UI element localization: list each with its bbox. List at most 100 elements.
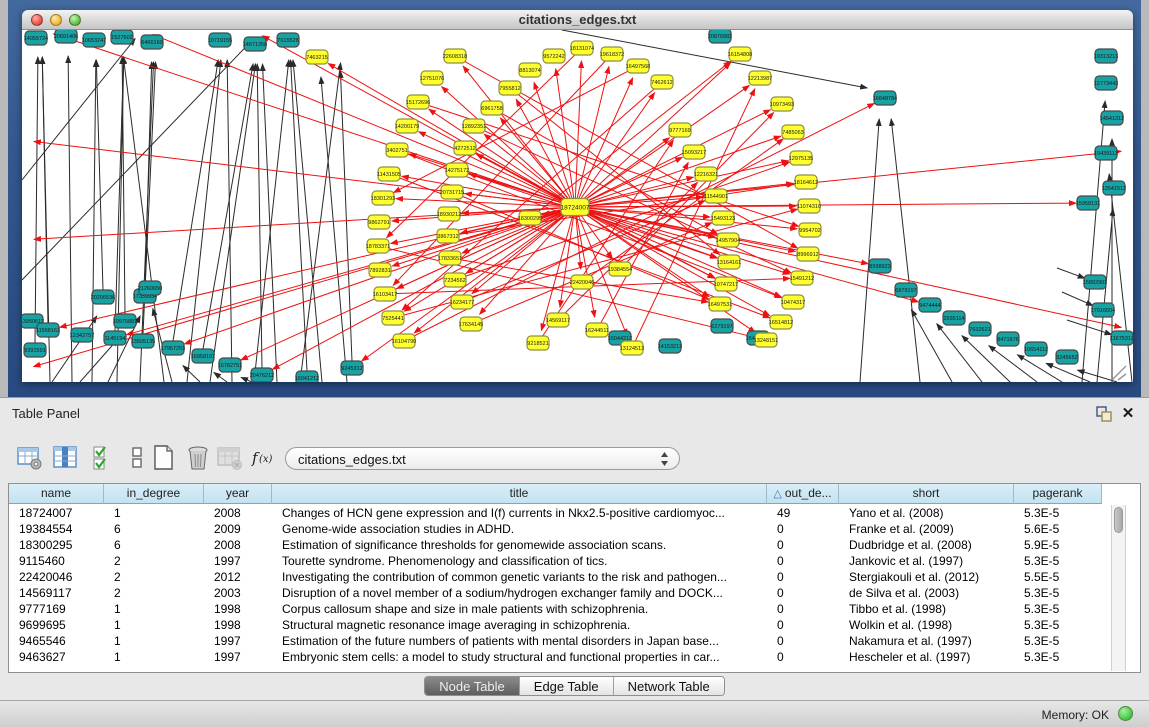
network-node[interactable]: 9245312: [341, 361, 363, 375]
network-node[interactable]: 10747217: [714, 277, 738, 291]
network-node[interactable]: 9777169: [669, 123, 691, 137]
table-row[interactable]: 1456911722003Disruption of a novel membe…: [9, 585, 1102, 601]
network-node[interactable]: 7955812: [499, 81, 521, 95]
network-node[interactable]: 14569117: [546, 313, 570, 327]
network-node[interactable]: 7485063: [782, 125, 804, 139]
network-node[interactable]: 16782751: [218, 358, 242, 372]
column-header-in_degree[interactable]: in_degree: [104, 484, 204, 504]
table-row[interactable]: 2242004622012Investigating the contribut…: [9, 569, 1102, 585]
network-node[interactable]: 16234177: [450, 295, 474, 309]
network-node[interactable]: 13505135: [131, 334, 155, 348]
network-node[interactable]: 16648784: [873, 91, 897, 105]
network-node[interactable]: 19618372: [600, 47, 624, 61]
tab-node-table[interactable]: Node Table: [425, 677, 520, 695]
network-node[interactable]: 7892831: [369, 263, 391, 277]
network-node[interactable]: 4272512: [454, 141, 476, 155]
table-selector-dropdown[interactable]: citations_edges.txt: [285, 447, 680, 470]
network-node[interactable]: 21260650: [138, 281, 162, 295]
close-panel-icon[interactable]: ✕: [1119, 405, 1137, 423]
network-node[interactable]: 11074310: [797, 199, 821, 213]
network-node[interactable]: 1145194: [104, 331, 126, 345]
network-node[interactable]: 9218521: [527, 336, 549, 350]
network-node[interactable]: 10719155: [208, 33, 232, 47]
network-node[interactable]: 12213987: [748, 71, 772, 85]
network-node[interactable]: 19384554: [608, 262, 632, 276]
network-node[interactable]: 19439113: [1094, 146, 1118, 160]
network-node[interactable]: 12773443: [1094, 76, 1118, 90]
network-node[interactable]: 6279197: [711, 319, 733, 333]
network-node[interactable]: 14671358: [243, 37, 267, 51]
network-node[interactable]: 13248151: [754, 333, 778, 347]
network-node[interactable]: 16154808: [728, 47, 752, 61]
network-node[interactable]: 16497568: [626, 59, 650, 73]
network-node[interactable]: 9474444: [919, 298, 941, 312]
network-node[interactable]: 17957253: [161, 341, 185, 355]
network-node[interactable]: 6879197: [895, 283, 917, 297]
network-node[interactable]: 7632621: [969, 322, 991, 336]
column-header-year[interactable]: year: [204, 484, 272, 504]
network-node[interactable]: 7615526: [277, 33, 299, 47]
network-node[interactable]: 8471676: [997, 332, 1019, 346]
table-row[interactable]: 1938455462009Genome-wide association stu…: [9, 521, 1102, 537]
network-node[interactable]: 12216321: [694, 167, 718, 181]
network-node[interactable]: 7525441: [382, 311, 404, 325]
network-node[interactable]: 15093217: [682, 145, 706, 159]
table-row[interactable]: 969969511998Structural magnetic resonanc…: [9, 617, 1102, 633]
column-header-title[interactable]: title: [272, 484, 767, 504]
network-node[interactable]: 7463215: [306, 50, 328, 64]
network-node[interactable]: 11431505: [377, 167, 401, 181]
network-node[interactable]: 18301293: [371, 191, 395, 205]
network-node[interactable]: 16041212: [295, 371, 319, 382]
network-node[interactable]: 11544901: [704, 189, 728, 203]
network-node[interactable]: 9245652: [1056, 350, 1078, 364]
delete-table-icon[interactable]: [216, 444, 244, 472]
network-node[interactable]: 10654112: [1024, 342, 1048, 356]
network-node[interactable]: 6961758: [481, 101, 503, 115]
network-node[interactable]: 12751076: [420, 71, 444, 85]
network-node[interactable]: 15172696: [406, 95, 430, 109]
network-node[interactable]: 17634145: [459, 317, 483, 331]
network-node[interactable]: 10973493: [770, 97, 794, 111]
network-node[interactable]: 10653247: [82, 33, 106, 47]
network-node[interactable]: 7234562: [444, 273, 466, 287]
memory-indicator-icon[interactable]: [1118, 706, 1133, 721]
network-node[interactable]: 14541312: [1100, 111, 1124, 125]
table-row[interactable]: 911546021997Tourette syndrome. Phenomeno…: [9, 553, 1102, 569]
network-node[interactable]: 10474317: [781, 295, 805, 309]
network-node[interactable]: 8996912: [797, 247, 819, 261]
network-node[interactable]: 16958107: [191, 349, 215, 363]
network-node[interactable]: 22420046: [570, 275, 594, 289]
network-node[interactable]: 11675312: [1110, 331, 1133, 345]
network-node[interactable]: 14200179: [395, 119, 419, 133]
network-node[interactable]: 15958131: [1076, 196, 1100, 210]
network-node[interactable]: 16497531: [708, 297, 732, 311]
network-node[interactable]: 13124513: [620, 341, 644, 355]
row-height-icon[interactable]: [124, 444, 152, 472]
network-node[interactable]: 12892351: [462, 119, 486, 133]
network-node[interactable]: 18300295: [518, 211, 542, 225]
network-node[interactable]: 19313213: [1094, 49, 1118, 63]
network-node[interactable]: 22608318: [443, 49, 467, 63]
network-node[interactable]: 13164161: [717, 255, 741, 269]
network-node[interactable]: 18783371: [366, 239, 390, 253]
network-node[interactable]: 20876882: [708, 30, 732, 43]
scrollbar-thumb[interactable]: [1114, 507, 1123, 533]
network-node[interactable]: 14957904: [716, 233, 740, 247]
network-node[interactable]: 20731715: [440, 185, 464, 199]
network-node[interactable]: 6466160: [141, 35, 163, 49]
select-column-icon[interactable]: [52, 444, 80, 472]
select-rows-check-icon[interactable]: [90, 444, 118, 472]
column-header-out_degree[interactable]: △out_de...: [767, 484, 839, 504]
network-node[interactable]: 14153213: [658, 339, 682, 353]
network-node[interactable]: 14055724: [24, 31, 48, 45]
network-node[interactable]: 13541512: [1102, 181, 1126, 195]
column-header-name[interactable]: name: [9, 484, 104, 504]
network-node[interactable]: 20691406: [54, 30, 78, 43]
network-node[interactable]: 18164612: [794, 175, 818, 189]
tab-edge-table[interactable]: Edge Table: [520, 677, 614, 695]
delete-rows-trash-icon[interactable]: [184, 444, 212, 472]
new-table-icon[interactable]: [150, 444, 178, 472]
network-node[interactable]: 16103417: [373, 287, 397, 301]
network-node[interactable]: 16514812: [769, 315, 793, 329]
network-node[interactable]: 1527602: [111, 30, 133, 44]
